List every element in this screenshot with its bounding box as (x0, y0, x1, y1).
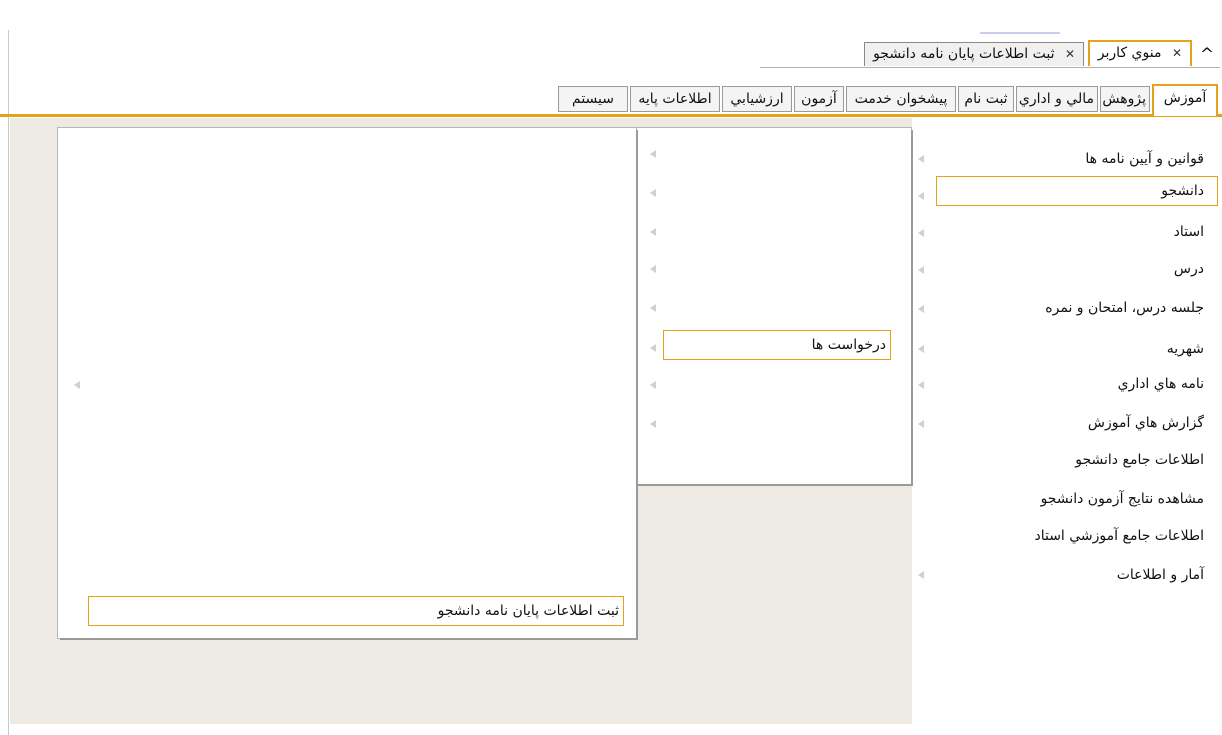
tab-thesis-registration[interactable]: ✕ ثبت اطلاعات پايان نامه دانشجو (864, 42, 1084, 66)
submenu-arrow-icon (918, 571, 924, 579)
window-left-border (8, 30, 9, 735)
menu-item-tuition[interactable]: شهريه (1167, 338, 1204, 360)
tab-exam[interactable]: آزمون (794, 86, 844, 112)
tab-service-desk[interactable]: پيشخوان خدمت (846, 86, 956, 112)
submenu-arrow-icon (650, 420, 656, 428)
submenu-arrow-icon (918, 266, 924, 274)
submenu-arrow-icon (650, 150, 656, 158)
submenu-arrow-icon (650, 265, 656, 273)
submenu-arrow-icon (918, 229, 924, 237)
category-tabs-line (0, 114, 1222, 117)
menu-item-course[interactable]: درس (1174, 258, 1204, 280)
submenu-arrow-icon (650, 381, 656, 389)
tab-system[interactable]: سيستم (558, 86, 628, 112)
menu-item-student[interactable]: دانشجو (936, 176, 1218, 206)
tab-finance-admin[interactable]: مالي و اداري (1016, 86, 1098, 112)
submenu-arrow-icon (918, 381, 924, 389)
tab-education[interactable]: آموزش (1152, 84, 1218, 116)
menu-item-thesis-registration[interactable]: ثبت اطلاعات پايان نامه دانشجو (88, 596, 624, 626)
submenu-arrow-icon (650, 228, 656, 236)
submenu-arrow-icon (918, 305, 924, 313)
menu-item-regulations[interactable]: قوانين و آيين نامه ها (1085, 148, 1204, 170)
tabs-underline (760, 67, 1220, 68)
document-tabs: ^ ✕ منوي كاربر ✕ ثبت اطلاعات پايان نامه … (760, 40, 1220, 68)
tab-base-info[interactable]: اطلاعات پايه (630, 86, 720, 112)
top-strip (980, 32, 1060, 34)
menu-column-2: درخواست ها (636, 128, 911, 484)
tab-registration[interactable]: ثبت نام (958, 86, 1014, 112)
submenu-arrow-icon (918, 192, 924, 200)
submenu-arrow-icon (918, 420, 924, 428)
submenu-arrow-icon (918, 155, 924, 163)
menu-item-professor[interactable]: استاد (1174, 221, 1204, 243)
home-chevron-icon[interactable]: ^ (1198, 46, 1216, 64)
submenu-arrow-icon (650, 344, 656, 352)
submenu-arrow-icon (650, 304, 656, 312)
menu-item-professor-education-info[interactable]: اطلاعات جامع آموزشي استاد (1034, 525, 1204, 547)
submenu-arrow-icon (650, 189, 656, 197)
menu-item-education-reports[interactable]: گزارش هاي آموزش (1088, 412, 1204, 434)
tab-label: منوي كاربر (1097, 45, 1162, 61)
tab-user-menu[interactable]: ✕ منوي كاربر (1087, 40, 1192, 66)
menu-column-3: ثبت اطلاعات پايان نامه دانشجو (58, 128, 636, 638)
menu-item-admin-letters[interactable]: نامه هاي اداري (1118, 373, 1204, 395)
menu-item-session-exam-grade[interactable]: جلسه درس، امتحان و نمره (1045, 297, 1204, 319)
submenu-arrow-icon (918, 345, 924, 353)
submenu-arrow-icon (74, 381, 80, 389)
menu-item-student-full-info[interactable]: اطلاعات جامع دانشجو (1075, 449, 1204, 471)
menu-item-statistics[interactable]: آمار و اطلاعات (1117, 564, 1204, 586)
tab-evaluation[interactable]: ارزشيابي (722, 86, 792, 112)
tab-research[interactable]: پژوهش (1100, 86, 1150, 112)
menu-item-requests[interactable]: درخواست ها (663, 330, 891, 360)
menu-item-student-exam-results[interactable]: مشاهده نتايج آزمون دانشجو (1041, 488, 1204, 510)
close-icon[interactable]: ✕ (1065, 47, 1075, 61)
tab-label: ثبت اطلاعات پايان نامه دانشجو (873, 46, 1055, 62)
close-icon[interactable]: ✕ (1172, 46, 1182, 60)
